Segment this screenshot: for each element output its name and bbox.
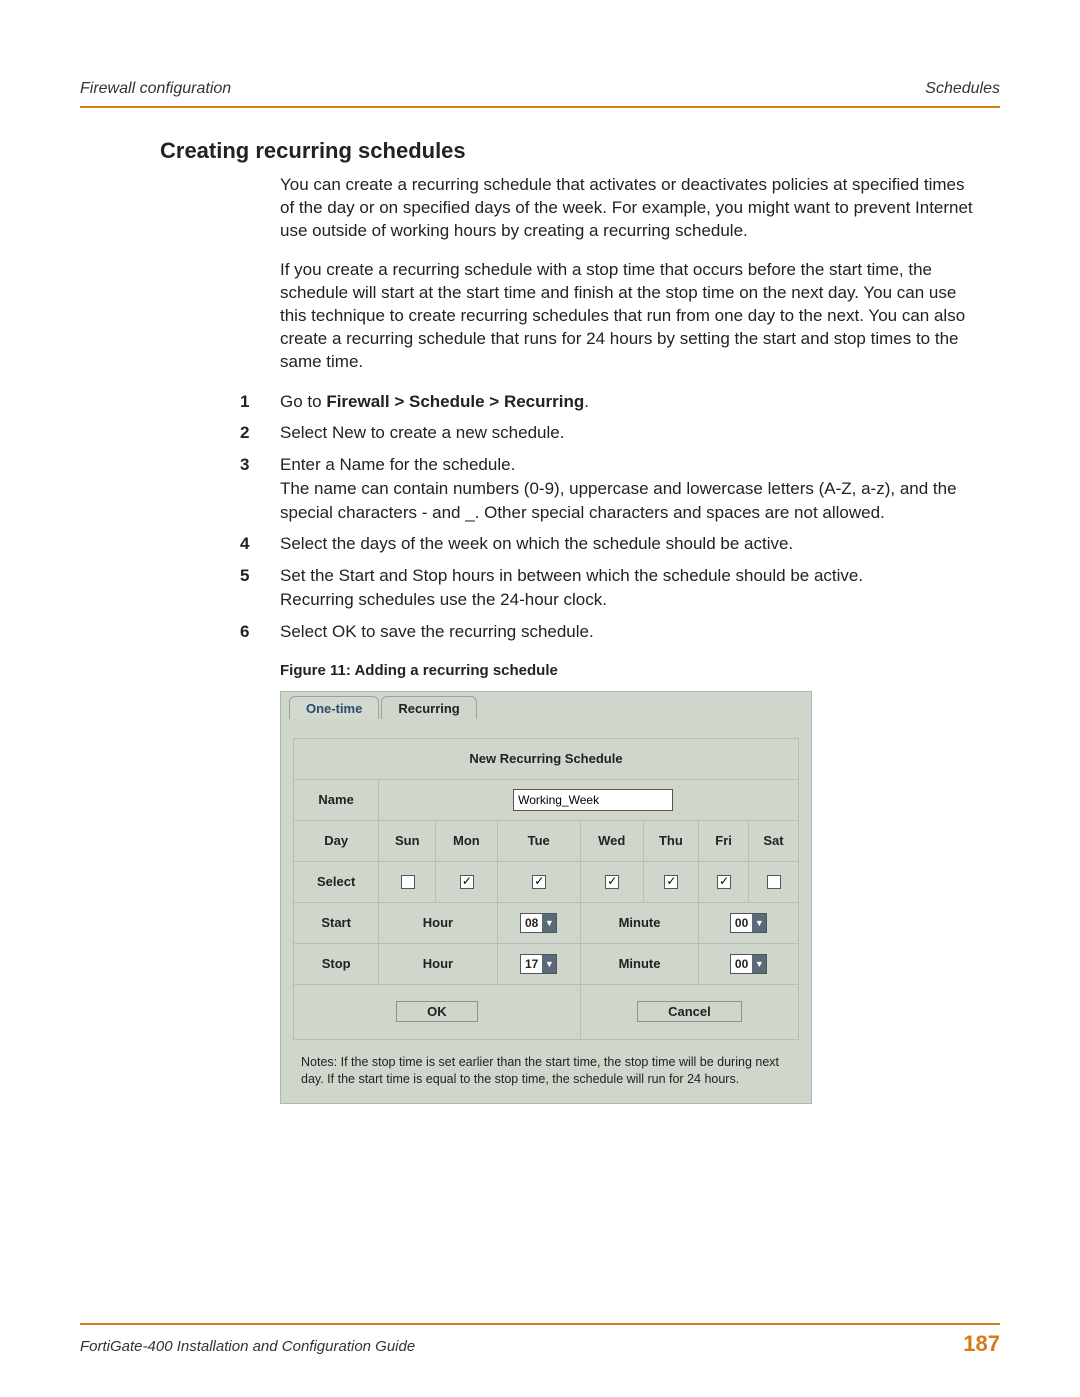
header-rule <box>80 106 1000 108</box>
stop-minute-select[interactable]: 00 ▼ <box>730 954 767 974</box>
notes-text: Notes: If the stop time is set earlier t… <box>293 1054 799 1089</box>
select-label: Select <box>294 861 379 902</box>
screenshot-panel: One-time Recurring New Recurring Schedul… <box>280 691 812 1104</box>
name-label: Name <box>294 779 379 820</box>
checkbox-fri[interactable] <box>717 875 731 889</box>
step-5b: Recurring schedules use the 24-hour cloc… <box>280 588 980 612</box>
name-input[interactable] <box>513 789 673 811</box>
start-hour-value: 08 <box>521 914 542 932</box>
ok-button[interactable]: OK <box>396 1001 478 1022</box>
step-5a: Set the Start and Stop hours in between … <box>280 564 980 588</box>
start-minute-select[interactable]: 00 ▼ <box>730 913 767 933</box>
checkbox-tue[interactable] <box>532 875 546 889</box>
cancel-button[interactable]: Cancel <box>637 1001 742 1022</box>
day-mon: Mon <box>436 820 497 861</box>
checkbox-mon[interactable] <box>460 875 474 889</box>
stop-hour-label: Hour <box>379 943 497 984</box>
start-hour-select[interactable]: 08 ▼ <box>520 913 557 933</box>
stop-minute-label: Minute <box>580 943 698 984</box>
step-1-prefix: Go to <box>280 392 326 411</box>
chevron-down-icon: ▼ <box>542 914 556 932</box>
start-hour-label: Hour <box>379 902 497 943</box>
step-3a: Enter a Name for the schedule. <box>280 453 980 477</box>
step-1-path: Firewall > Schedule > Recurring <box>326 392 584 411</box>
day-fri: Fri <box>699 820 749 861</box>
step-2: Select New to create a new schedule. <box>240 421 980 445</box>
footer-rule <box>80 1323 1000 1325</box>
intro-paragraph-2: If you create a recurring schedule with … <box>280 259 980 374</box>
stop-minute-value: 00 <box>731 955 752 973</box>
step-6: Select OK to save the recurring schedule… <box>240 620 980 644</box>
stop-hour-value: 17 <box>521 955 542 973</box>
panel-title: New Recurring Schedule <box>294 738 799 779</box>
tab-one-time[interactable]: One-time <box>289 696 379 719</box>
day-wed: Wed <box>580 820 643 861</box>
checkbox-thu[interactable] <box>664 875 678 889</box>
day-tue: Tue <box>497 820 580 861</box>
page-number: 187 <box>963 1331 1000 1357</box>
start-label: Start <box>294 902 379 943</box>
start-minute-value: 00 <box>731 914 752 932</box>
step-5: Set the Start and Stop hours in between … <box>240 564 980 612</box>
step-4: Select the days of the week on which the… <box>240 532 980 556</box>
day-sun: Sun <box>379 820 436 861</box>
stop-hour-select[interactable]: 17 ▼ <box>520 954 557 974</box>
day-sat: Sat <box>749 820 799 861</box>
day-label: Day <box>294 820 379 861</box>
checkbox-sun[interactable] <box>401 875 415 889</box>
step-1-suffix: . <box>584 392 589 411</box>
step-3: Enter a Name for the schedule. The name … <box>240 453 980 524</box>
chevron-down-icon: ▼ <box>752 914 766 932</box>
stop-label: Stop <box>294 943 379 984</box>
section-title: Creating recurring schedules <box>160 138 1000 164</box>
figure-caption: Figure 11: Adding a recurring schedule <box>280 662 1000 679</box>
checkbox-sat[interactable] <box>767 875 781 889</box>
footer-title: FortiGate-400 Installation and Configura… <box>80 1338 415 1355</box>
start-minute-label: Minute <box>580 902 698 943</box>
header-right: Schedules <box>925 80 1000 98</box>
step-3b: The name can contain numbers (0-9), uppe… <box>280 477 980 525</box>
day-thu: Thu <box>643 820 699 861</box>
checkbox-wed[interactable] <box>605 875 619 889</box>
step-1: Go to Firewall > Schedule > Recurring. <box>240 390 980 414</box>
tab-recurring[interactable]: Recurring <box>381 696 476 719</box>
header-left: Firewall configuration <box>80 80 231 98</box>
intro-paragraph-1: You can create a recurring schedule that… <box>280 174 980 243</box>
chevron-down-icon: ▼ <box>752 955 766 973</box>
chevron-down-icon: ▼ <box>542 955 556 973</box>
